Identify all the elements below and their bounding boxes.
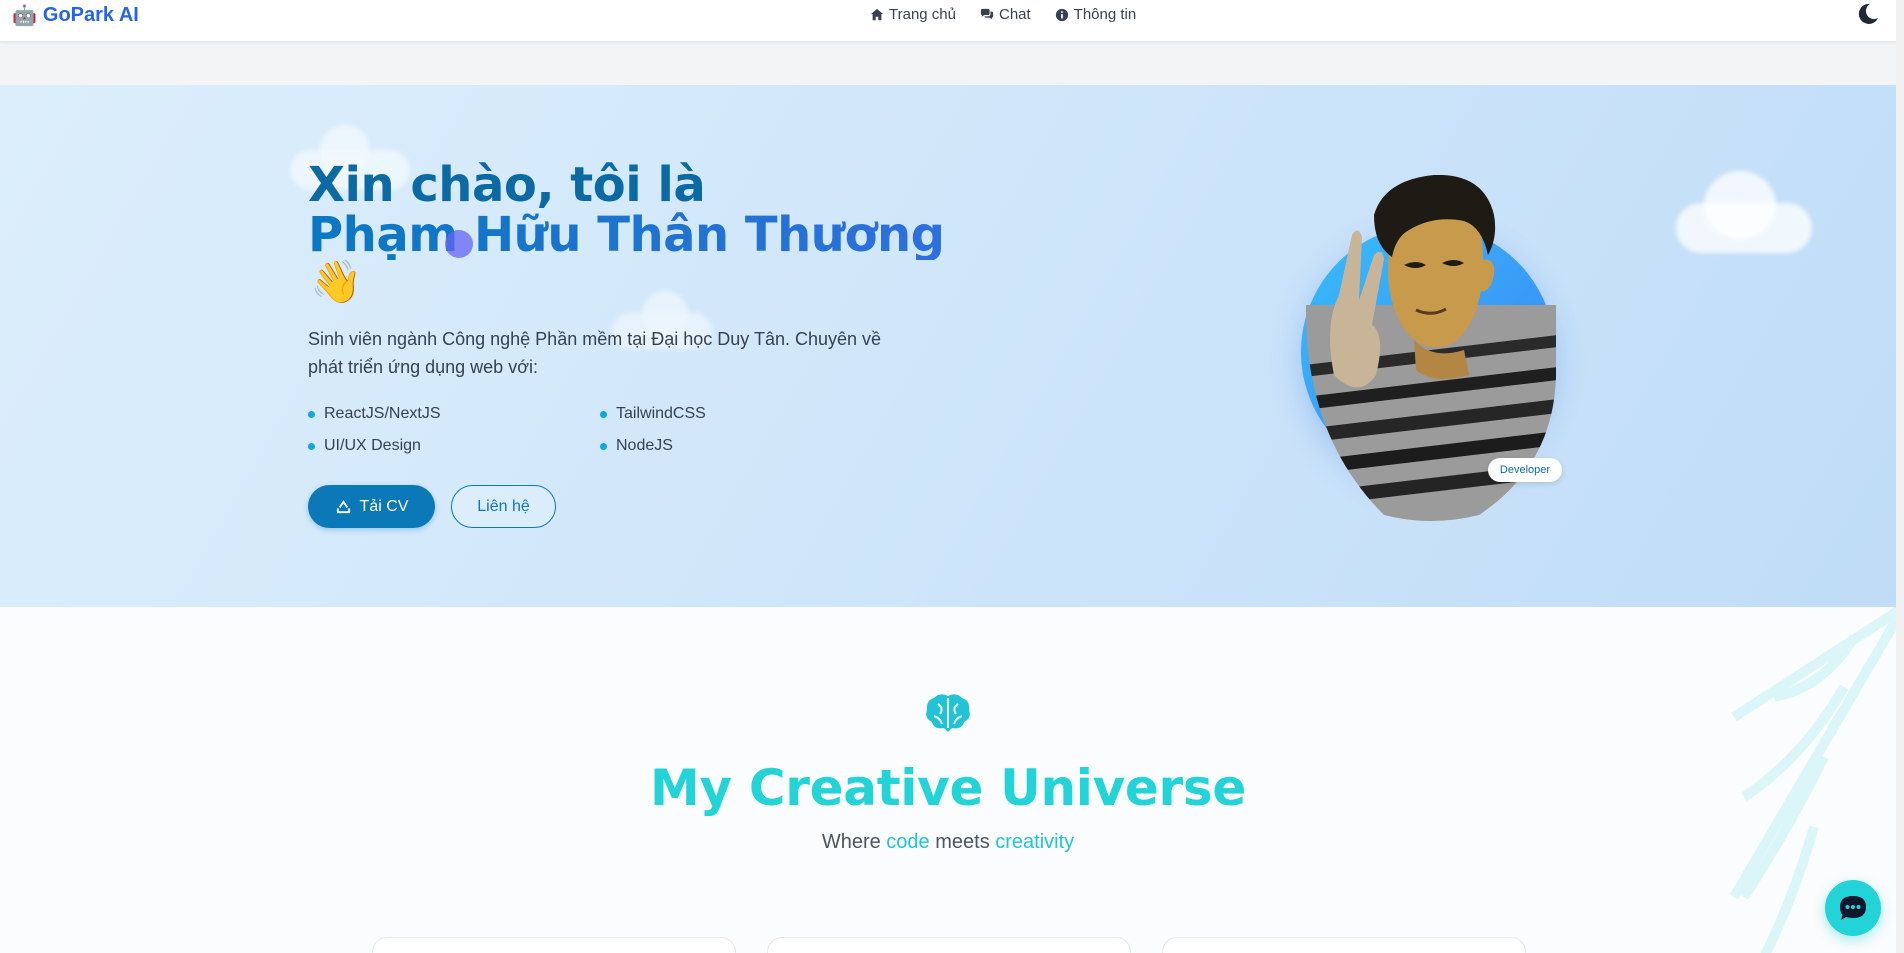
- hero-title: Xin chào, tôi là Phạm Hữu Thân Thương: [308, 157, 945, 263]
- skill-item: ReactJS/NextJS: [308, 403, 600, 425]
- cloud-decoration: [1676, 171, 1812, 253]
- chat-bubble-icon: [1840, 896, 1866, 920]
- creative-universe-section: My Creative Universe Where code meets cr…: [0, 607, 1904, 953]
- theme-toggle-button[interactable]: [1856, 2, 1880, 26]
- section-title: My Creative Universe: [650, 759, 1246, 817]
- chat-fab-button[interactable]: [1825, 880, 1881, 936]
- nav-link-info[interactable]: Thông tin: [1055, 6, 1137, 23]
- nav-link-chat-label: Chat: [998, 6, 1031, 23]
- bullet-icon: [308, 410, 315, 418]
- skill-label: UI/UX Design: [324, 437, 421, 454]
- cursor-follower: [445, 230, 473, 258]
- skill-item: NodeJS: [600, 435, 892, 457]
- navbar: 🤖 GoPark AI Trang chủ Chat Thông tin: [0, 0, 1904, 42]
- brand-name: GoPark AI: [42, 4, 139, 26]
- hero-description: Sinh viên ngành Công nghệ Phần mềm tại Đ…: [308, 329, 882, 377]
- skills-list: ReactJS/NextJS TailwindCSS UI/UX Design …: [308, 403, 908, 457]
- nav-link-info-label: Thông tin: [1073, 6, 1137, 23]
- feature-card[interactable]: [372, 937, 736, 953]
- subtitle-part: meets: [929, 831, 996, 853]
- contact-button[interactable]: Liên hệ: [451, 485, 556, 528]
- bullet-icon: [600, 410, 607, 418]
- robot-icon: 🤖: [12, 5, 37, 27]
- subtitle-highlight-creativity: creativity: [995, 831, 1075, 853]
- skill-label: NodeJS: [616, 437, 673, 454]
- wave-emoji-icon: 👋: [310, 258, 363, 305]
- subtitle-part: Where: [821, 831, 887, 853]
- moon-icon: [1858, 3, 1878, 24]
- contact-label: Liên hệ: [477, 497, 530, 515]
- feature-card[interactable]: [1162, 937, 1526, 953]
- hero-name: Phạm Hữu Thân Thương: [308, 207, 945, 263]
- developer-badge: Developer: [1488, 458, 1562, 482]
- home-icon: [870, 8, 884, 20]
- nav-link-chat[interactable]: Chat: [980, 6, 1031, 23]
- bullet-icon: [308, 442, 315, 450]
- info-circle-icon: [1055, 8, 1068, 21]
- nav-link-home-label: Trang chủ: [889, 6, 956, 23]
- scrollbar[interactable]: [1896, 0, 1904, 953]
- hero-section: Xin chào, tôi là Phạm Hữu Thân Thương 👋 …: [0, 85, 1904, 607]
- nav-link-home[interactable]: Trang chủ: [870, 6, 956, 23]
- download-cv-label: Tải CV: [359, 497, 409, 515]
- skill-label: ReactJS/NextJS: [324, 405, 441, 422]
- bullet-icon: [600, 442, 607, 450]
- feature-card[interactable]: [767, 937, 1131, 953]
- download-icon: [336, 500, 350, 514]
- skill-item: UI/UX Design: [308, 435, 600, 457]
- brain-icon: [924, 690, 972, 734]
- download-cv-button[interactable]: Tải CV: [308, 485, 435, 528]
- subtitle-highlight-code: code: [886, 831, 930, 853]
- section-subtitle: Where code meets creativity: [0, 831, 1896, 854]
- skill-item: TailwindCSS: [600, 403, 892, 425]
- skill-label: TailwindCSS: [616, 405, 706, 422]
- nav-links: Trang chủ Chat Thông tin: [870, 6, 1136, 23]
- comments-icon: [980, 8, 994, 19]
- brand-logo[interactable]: 🤖 GoPark AI: [12, 3, 139, 28]
- hero-greeting: Xin chào, tôi là: [308, 157, 706, 213]
